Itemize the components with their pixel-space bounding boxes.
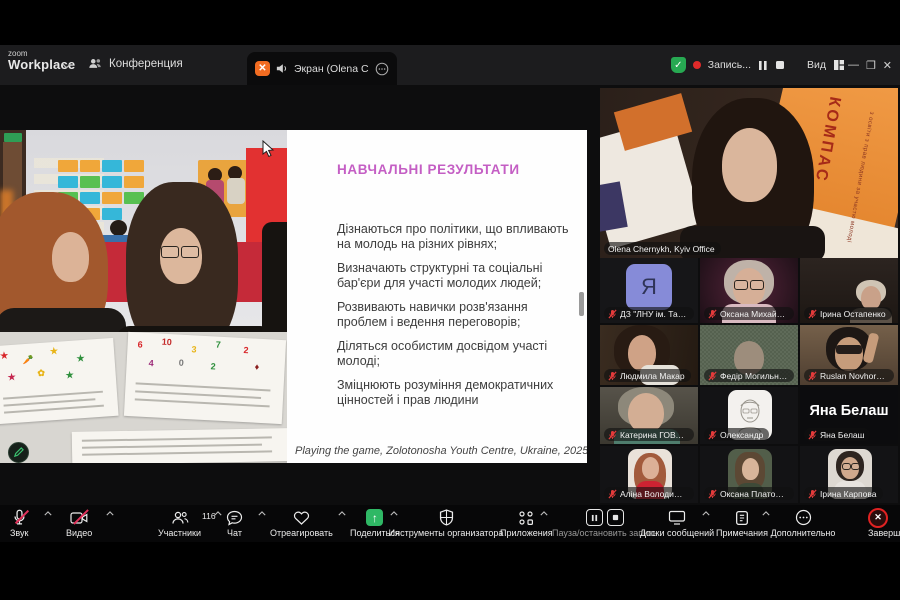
minimize-icon[interactable]: —	[848, 59, 859, 71]
presentation-slide: НАВЧАЛЬНІ РЕЗУЛЬТАТИ Дізнаються про полі…	[287, 130, 587, 463]
chevron-up-icon[interactable]	[44, 511, 52, 516]
end-meeting-icon: ✕	[868, 508, 888, 528]
participants-icon	[88, 57, 102, 70]
security-shield-icon[interactable]: ✓	[671, 57, 686, 73]
shield-icon	[439, 508, 454, 527]
chevron-up-icon[interactable]	[214, 511, 222, 516]
pause-recording-icon[interactable]	[758, 60, 768, 71]
slide-photo: ★ 🥕 ★ ★ ★ ✿ ★ 6 10 3 7 2 4 0 2 ♦	[0, 130, 287, 463]
participant-tile[interactable]: Оксана Михайлен...	[700, 258, 798, 323]
participant-tile[interactable]: Ірина Остапенко	[800, 258, 898, 323]
heart-icon	[293, 508, 310, 527]
tab-meeting[interactable]: Конференция	[88, 57, 183, 70]
toolbar-end-meeting[interactable]: ✕ Завершение	[856, 508, 900, 538]
participant-tile[interactable]: Катерина ГОВОР ...	[600, 387, 698, 444]
mouse-cursor	[262, 140, 275, 157]
stop-recording-icon[interactable]	[775, 60, 785, 70]
slide-caption: Playing the game, Zolotonosha Youth Cent…	[295, 445, 581, 457]
slide-bullet: Розвивають навички розв'язання проблем і…	[337, 300, 575, 330]
toolbar-host-tools[interactable]: Инструменты организатора	[398, 508, 494, 538]
pause-recording-button[interactable]	[586, 509, 603, 526]
slide-title: НАВЧАЛЬНІ РЕЗУЛЬТАТИ	[337, 162, 520, 177]
chevron-up-icon[interactable]	[338, 511, 346, 516]
participant-name: Ruslan Novhorods...	[820, 371, 888, 381]
participant-tile[interactable]: Я ДЗ "ЛНУ ім. Тарас...	[600, 258, 698, 323]
close-icon[interactable]: ✕	[883, 59, 892, 72]
participant-tile[interactable]: Федір Могильний	[700, 325, 798, 385]
screen-share-icon: ✕	[255, 61, 270, 76]
slide-bullet: Дізнаються про політики, що впливають на…	[337, 222, 575, 252]
camera-off-icon	[70, 508, 88, 527]
annotation-pencil-icon[interactable]	[8, 442, 29, 463]
toolbar-participants[interactable]: Участники 116	[158, 508, 201, 538]
toolbar-notes[interactable]: Примечания	[716, 508, 768, 538]
notes-icon	[735, 508, 749, 527]
speaker-video-tile[interactable]: КОМПАС з освіти з прав людини за участю …	[600, 88, 898, 258]
participant-name: Людмила Макар	[620, 371, 685, 381]
slide-scrollbar[interactable]	[579, 292, 584, 316]
toolbar-audio[interactable]: Звук	[10, 508, 28, 538]
toolbar-react[interactable]: Отреагировать	[270, 508, 333, 538]
participant-name: Ірина Карпова	[820, 489, 877, 499]
chevron-up-icon[interactable]	[762, 511, 770, 516]
recording-status-label: Запись...	[708, 59, 751, 71]
tab-shared-screen[interactable]: ✕ Экран (Olena Chernykh, Kyiv	[247, 52, 397, 85]
window-controls: — ❐ ✕	[840, 45, 900, 85]
chevron-up-icon[interactable]	[390, 511, 398, 516]
chevron-down-icon[interactable]	[62, 63, 71, 69]
toolbar-more[interactable]: Дополнительно	[772, 508, 834, 538]
record-dot-icon	[693, 61, 701, 69]
participant-name: Ірина Остапенко	[820, 309, 886, 319]
whiteboard-icon	[668, 508, 686, 527]
slide-bullet: Зміцнюють розуміння демократичних ціннос…	[337, 378, 575, 408]
participant-name: Оксана Платонова	[720, 489, 788, 499]
participant-name: ДЗ "ЛНУ ім. Тарас...	[620, 309, 688, 319]
participant-tile[interactable]: Яна Белаш Яна Белаш	[800, 387, 898, 444]
participant-tile[interactable]: Олександр	[700, 387, 798, 444]
participant-name: Аліна Володимирі...	[620, 489, 688, 499]
chevron-up-icon[interactable]	[540, 511, 548, 516]
chevron-up-icon[interactable]	[258, 511, 266, 516]
game-sheet-right: 6 10 3 7 2 4 0 2 ♦	[124, 332, 286, 424]
participant-name: Олександр	[720, 430, 763, 440]
toolbar-chat[interactable]: Чат	[226, 508, 243, 538]
toolbar-video[interactable]: Видео	[66, 508, 92, 538]
stop-recording-button[interactable]	[607, 509, 624, 526]
audio-icon	[276, 63, 288, 74]
maximize-icon[interactable]: ❐	[866, 59, 876, 72]
participant-tile[interactable]: Оксана Платонова	[700, 446, 798, 503]
view-label[interactable]: Вид	[807, 59, 826, 71]
exit-sign	[4, 133, 22, 142]
share-screen-icon: ↑	[366, 509, 383, 526]
tab-more-icon[interactable]	[375, 62, 389, 76]
chat-icon	[226, 508, 243, 527]
participant-name: Оксана Михайлен...	[720, 309, 788, 319]
recording-cluster: ✓ Запись... Вид	[671, 57, 845, 73]
slide-bullets: Дізнаються про політики, що впливають на…	[337, 222, 575, 417]
microphone-muted-icon	[12, 508, 27, 527]
participants-icon	[171, 508, 189, 527]
speaker-name-pill: Olena Chernykh, Kyiv Office	[604, 242, 721, 255]
window-titlebar: zoom Workplace Конференция ✕ Экран (Olen…	[0, 45, 900, 85]
chevron-up-icon[interactable]	[106, 511, 114, 516]
apps-icon	[518, 508, 534, 527]
avatar-letter: Я	[626, 264, 672, 310]
slide-bullet: Визначають структурні та соціальні бар'є…	[337, 261, 575, 291]
participant-name: Федір Могильний	[720, 371, 788, 381]
zoom-meeting-window: zoom Workplace Конференция ✕ Экран (Olen…	[0, 0, 900, 600]
participant-display-name: Яна Белаш	[800, 403, 898, 419]
meeting-toolbar: Звук Видео Участники 116 Чат	[0, 505, 900, 542]
participant-name: Катерина ГОВОР ...	[620, 430, 688, 440]
game-sheet-left: ★ 🥕 ★ ★ ★ ✿ ★	[0, 338, 119, 424]
participant-tile[interactable]: Людмила Макар	[600, 325, 698, 385]
slide-bullet: Діляться особистим досвідом участі молод…	[337, 339, 575, 369]
participant-tile[interactable]: Ірина Карпова	[800, 446, 898, 503]
participant-tile[interactable]: Ruslan Novhorods...	[800, 325, 898, 385]
chevron-up-icon[interactable]	[702, 511, 710, 516]
meeting-stage: ★ 🥕 ★ ★ ★ ✿ ★ 6 10 3 7 2 4 0 2 ♦	[0, 85, 900, 505]
participant-tile[interactable]: Аліна Володимирі...	[600, 446, 698, 503]
more-ellipsis-icon	[795, 508, 812, 527]
participant-name: Яна Белаш	[820, 430, 864, 440]
